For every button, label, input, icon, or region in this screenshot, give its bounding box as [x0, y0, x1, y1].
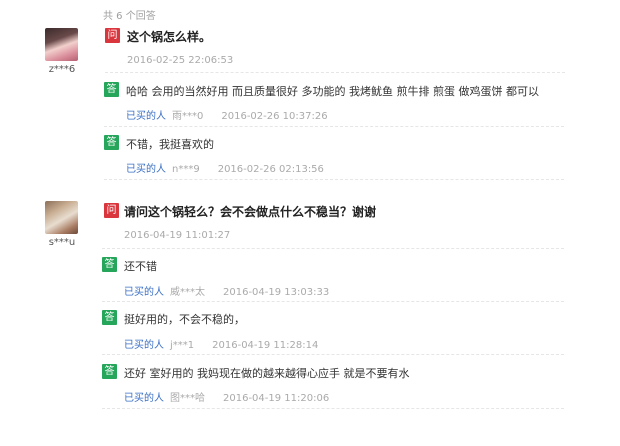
question-badge-icon: 问 — [104, 203, 119, 218]
answer-text: 不错，我挺喜欢的 — [126, 138, 214, 151]
buyer-label-link[interactable]: 已买的人 — [124, 340, 164, 351]
answer-badge-icon: 答 — [104, 135, 119, 150]
answer-badge-icon: 答 — [102, 310, 117, 325]
total-answers-count: 共 6 个回答 — [103, 11, 156, 22]
answer-text: 还不错 — [124, 260, 157, 273]
answer-meta: 已买的人 n***9 2016-02-26 02:13:56 — [126, 160, 324, 175]
divider — [105, 72, 565, 73]
buyer-name: n***9 — [172, 164, 200, 175]
answer-meta: 已买的人 图***哈 2016-04-19 11:20:06 — [124, 389, 329, 404]
answer-meta: 已买的人 威***太 2016-04-19 13:03:33 — [124, 283, 329, 298]
question-text: 这个锅怎么样。 — [127, 30, 212, 44]
buyer-label-link[interactable]: 已买的人 — [126, 111, 166, 122]
buyer-name: 雨***0 — [172, 111, 204, 122]
buyer-label-link[interactable]: 已买的人 — [124, 393, 164, 404]
answer-date: 2016-02-26 10:37:26 — [221, 111, 328, 122]
user-avatar[interactable] — [45, 28, 78, 61]
buyer-name: 图***哈 — [170, 393, 205, 404]
answer-badge-icon: 答 — [102, 364, 117, 379]
question-date: 2016-02-25 22:06:53 — [127, 55, 234, 66]
buyer-label-link[interactable]: 已买的人 — [124, 287, 164, 298]
answer-badge-icon: 答 — [102, 257, 117, 272]
answer-text: 还好 室好用的 我妈现在做的越来越得心应手 就是不要有水 — [124, 367, 410, 380]
question-text: 请问这个锅轻么？会不会做点什么不稳当？谢谢 — [124, 205, 377, 219]
user-avatar[interactable] — [45, 201, 78, 234]
divider — [102, 248, 564, 249]
buyer-name: 威***太 — [170, 287, 205, 298]
answer-date: 2016-04-19 11:28:14 — [212, 340, 319, 351]
divider — [104, 179, 564, 180]
divider — [102, 301, 564, 302]
answer-date: 2016-04-19 13:03:33 — [223, 287, 330, 298]
question-badge-icon: 问 — [105, 28, 120, 43]
answer-date: 2016-04-19 11:20:06 — [223, 393, 330, 404]
divider — [104, 126, 564, 127]
answer-text: 挺好用的，不会不稳的， — [124, 313, 245, 326]
divider — [102, 408, 564, 409]
answer-meta: 已买的人 雨***0 2016-02-26 10:37:26 — [126, 107, 328, 122]
answer-text: 哈哈 会用的当然好用 而且质量很好 多功能的 我烤鱿鱼 煎牛排 煎蛋 做鸡蛋饼 … — [126, 85, 539, 98]
divider — [102, 354, 564, 355]
answer-badge-icon: 答 — [104, 82, 119, 97]
answer-date: 2016-02-26 02:13:56 — [217, 164, 324, 175]
user-name: z***6 — [48, 64, 76, 75]
buyer-label-link[interactable]: 已买的人 — [126, 164, 166, 175]
user-name: s***u — [48, 237, 76, 248]
buyer-name: j***1 — [170, 340, 195, 351]
question-date: 2016-04-19 11:01:27 — [124, 230, 231, 241]
answer-meta: 已买的人 j***1 2016-04-19 11:28:14 — [124, 336, 318, 351]
